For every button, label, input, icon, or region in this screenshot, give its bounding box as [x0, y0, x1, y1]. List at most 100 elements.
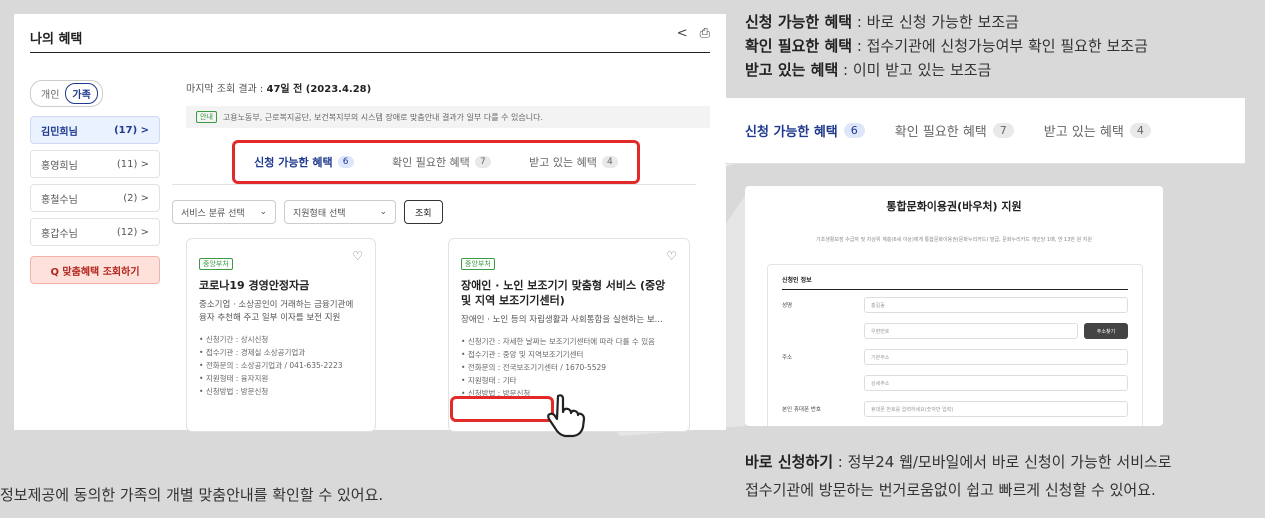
tab-label: 확인 필요한 혜택 — [894, 125, 987, 140]
form-row: 상세주소 — [782, 372, 1128, 394]
benefit-tabs: 신청 가능한 혜택 6 확인 필요한 혜택 7 받고 있는 혜택 4 — [232, 140, 640, 184]
divider — [172, 184, 696, 185]
heart-icon[interactable]: ♡ — [666, 249, 677, 263]
tab-label: 신청 가능한 혜택 — [745, 125, 838, 140]
share-icon[interactable]: < — [677, 26, 688, 41]
tab-needs-check[interactable]: 확인 필요한 혜택 7 — [895, 121, 1014, 140]
detail-item: 전화문의 : 소상공기업과 / 041-635-2223 — [199, 359, 363, 372]
tab-receiving[interactable]: 받고 있는 혜택 4 — [1044, 121, 1151, 140]
detail-item: 전화문의 : 전국보조기기센터 / 1670-5529 — [461, 361, 677, 374]
caption-line: 접수기관에 방문하는 번거로움없이 쉽고 빠르게 신청할 수 있어요. — [745, 481, 1156, 499]
detail-item: 신청기간 : 자세한 날짜는 보조기기센터에 따라 다를 수 있음 — [461, 335, 677, 348]
ministry-tag: 중앙부처 — [199, 258, 233, 270]
legend-term: 확인 필요한 혜택 — [745, 37, 853, 55]
member-count: (17) > — [114, 124, 149, 136]
tab-needs-check[interactable]: 확인 필요한 혜택 7 — [392, 154, 491, 170]
chevron-down-icon: ⌄ — [259, 207, 267, 217]
tab-count-badge: 6 — [843, 123, 865, 138]
caption-line: 바로 신청하기 : 정부24 웹/모바일에서 바로 신청이 가능한 서비스로 — [745, 448, 1172, 476]
notice-banner: 안내 고용노동부, 근로복지공단, 보건복지부의 시스템 장애로 맞춤안내 결과… — [186, 106, 710, 128]
tab-available[interactable]: 신청 가능한 혜택 6 — [745, 121, 865, 140]
find-address-button[interactable]: 주소찾기 — [1084, 323, 1128, 339]
support-type-select[interactable]: 지원형태 선택 ⌄ — [284, 200, 396, 224]
tab-count-badge: 7 — [474, 156, 491, 168]
select-value: 지원형태 선택 — [293, 208, 346, 219]
apply-method-highlight — [450, 396, 554, 422]
legend-desc: : 바로 신청 가능한 보조금 — [852, 13, 1019, 31]
family-member-item[interactable]: 홍철수님 (2) > — [30, 184, 160, 212]
tab-count-badge: 4 — [601, 156, 618, 168]
divider — [30, 52, 710, 53]
member-name: 김민희님 — [41, 126, 78, 138]
service-type-select[interactable]: 서비스 분류 선택 ⌄ — [172, 200, 276, 224]
detail-item: 지원형태 : 융자지원 — [199, 372, 363, 385]
form-title: 통합문화이용권(바우처) 지원 — [886, 200, 1022, 213]
legend-term: 받고 있는 혜택 — [745, 61, 839, 79]
member-count: (2) > — [123, 192, 149, 204]
ministry-tag: 중앙부처 — [461, 258, 495, 270]
tab-label: 받고 있는 혜택 — [1043, 125, 1124, 140]
detail-item: 지원형태 : 기타 — [461, 374, 677, 387]
tab-receiving[interactable]: 받고 있는 혜택 4 — [529, 154, 618, 170]
address-detail-field[interactable]: 상세주소 — [864, 375, 1128, 391]
legend-desc: : 이미 받고 있는 보조금 — [838, 61, 992, 79]
member-name: 홍갑수님 — [41, 228, 78, 240]
family-member-item[interactable]: 홍갑수님 (12) > — [30, 218, 160, 246]
family-list: 김민희님 (17) > 홍영희님 (11) > 홍철수님 (2) > 홍갑수님 … — [30, 116, 160, 284]
field-label: 성명 — [782, 303, 793, 309]
service-title: 코로나19 경영안정자금 — [199, 279, 310, 292]
tab-label: 받고 있는 혜택 — [529, 156, 597, 169]
legend-item: 확인 필요한 혜택 : 접수기관에 신청가능여부 확인 필요한 보조금 — [745, 34, 1148, 58]
legend-item: 신청 가능한 혜택 : 바로 신청 가능한 보조금 — [745, 10, 1148, 34]
phone-field[interactable]: 휴대폰 번호를 입력하세요(숫자만 입력) — [864, 401, 1128, 417]
family-member-item[interactable]: 김민희님 (17) > — [30, 116, 160, 144]
card-title: 나의 혜택 — [30, 32, 83, 47]
member-name: 홍영희님 — [41, 160, 78, 172]
filter-bar: 서비스 분류 선택 ⌄ 지원형태 선택 ⌄ 조회 — [172, 200, 443, 224]
pointer-hand-icon — [547, 394, 586, 438]
member-count: (11) > — [116, 158, 149, 170]
detail-item: 신청기간 : 상시신청 — [199, 333, 363, 346]
applicant-info-box: 신청인 정보 성명 홍길동 우편번호 주소찾기 주소 기본주소 상세주소 본인 … — [767, 264, 1143, 426]
last-query: 마지막 조회 결과 : 47일 전 (2023.4.28) — [186, 80, 371, 95]
form-row: 성명 홍길동 — [782, 294, 1128, 316]
name-field[interactable]: 홍길동 — [864, 297, 1128, 313]
tab-count-badge: 4 — [1129, 123, 1151, 138]
right-caption: 바로 신청하기 : 정부24 웹/모바일에서 바로 신청이 가능한 서비스로 접… — [745, 448, 1172, 504]
zoomed-benefit-tabs: 신청 가능한 혜택 6 확인 필요한 혜택 7 받고 있는 혜택 4 — [725, 98, 1245, 164]
tab-available[interactable]: 신청 가능한 혜택 6 — [254, 154, 354, 170]
toggle-family[interactable]: 가족 — [65, 83, 98, 104]
select-value: 서비스 분류 선택 — [181, 208, 245, 219]
service-details: 신청기간 : 상시신청 접수기관 : 경제실 소상공기업과 전화문의 : 소상공… — [199, 333, 363, 398]
caption-term: 바로 신청하기 — [745, 453, 834, 471]
tab-label: 확인 필요한 혜택 — [391, 156, 470, 169]
chevron-down-icon: ⌄ — [379, 207, 387, 217]
last-query-label: 마지막 조회 결과 : — [186, 84, 267, 95]
tab-label: 신청 가능한 혜택 — [254, 156, 333, 169]
form-row: 주소 기본주소 — [782, 346, 1128, 368]
application-form-preview: 통합문화이용권(바우처) 지원 기초생활보장 수급자 및 차상위 계층(6세 이… — [745, 186, 1163, 426]
form-row: 우편번호 주소찾기 — [782, 320, 1128, 342]
print-icon[interactable]: ⎙ — [700, 26, 710, 41]
legend-desc: : 접수기관에 신청가능여부 확인 필요한 보조금 — [852, 37, 1148, 55]
card-actions: < ⎙ — [677, 26, 710, 41]
field-label: 주소 — [782, 355, 793, 361]
toggle-personal[interactable]: 개인 — [35, 84, 65, 103]
zipcode-field[interactable]: 우편번호 — [864, 323, 1078, 339]
address-field[interactable]: 기본주소 — [864, 349, 1128, 365]
tab-count-badge: 6 — [337, 156, 354, 168]
family-member-item[interactable]: 홍영희님 (11) > — [30, 150, 160, 178]
service-desc: 장애인 · 노인 등의 자립생활과 사회통합을 실현하는 보... — [461, 315, 663, 325]
heart-icon[interactable]: ♡ — [352, 249, 363, 263]
legend-item: 받고 있는 혜택 : 이미 받고 있는 보조금 — [745, 58, 1148, 82]
scope-toggle[interactable]: 개인 가족 — [30, 80, 103, 107]
search-button[interactable]: 조회 — [404, 200, 443, 224]
detail-item: 접수기관 : 경제실 소상공기업과 — [199, 346, 363, 359]
detail-item: 신청방법 : 방문신청 — [199, 385, 363, 398]
form-row: 본인 휴대폰 번호 휴대폰 번호를 입력하세요(숫자만 입력) — [782, 398, 1128, 420]
service-card[interactable]: 중앙부처 ♡ 코로나19 경영안정자금 중소기업 · 소상공인이 거래하는 금융… — [186, 238, 376, 432]
member-count: (12) > — [116, 226, 149, 238]
notice-text: 고용노동부, 근로복지공단, 보건복지부의 시스템 장애로 맞춤안내 결과가 일… — [222, 112, 543, 122]
match-benefits-button[interactable]: Q 맞춤혜택 조회하기 — [30, 256, 160, 284]
section-title: 신청인 정보 — [782, 275, 1128, 290]
